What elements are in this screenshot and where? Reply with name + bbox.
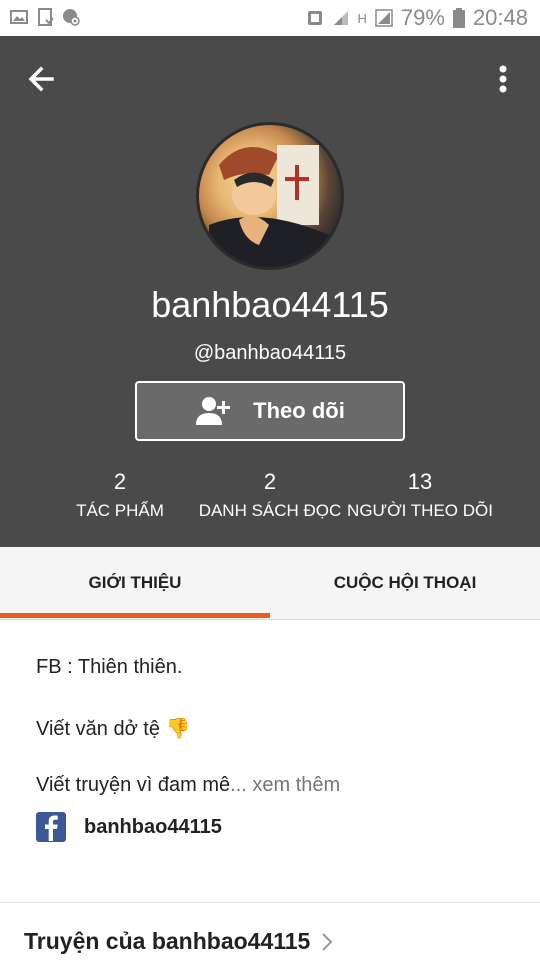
system-indicators: H 79% 20:48 [306, 4, 528, 32]
status-bar: H 79% 20:48 [0, 0, 540, 36]
user-stories-label: Truyện của banhbao44115 [24, 928, 311, 954]
facebook-f-glyph [45, 815, 58, 841]
arrow-left-icon [28, 66, 54, 92]
tab-conversations[interactable]: CUỘC HỘI THOẠI [270, 547, 540, 619]
stat-value: 13 [407, 469, 433, 494]
user-stories-link[interactable]: Truyện của banhbao44115 [24, 928, 334, 955]
about-line-passion-text: Viết truyện vì đam mê [36, 774, 231, 796]
profile-header: banhbao44115 @banhbao44115 Theo dõi 2 TÁ… [0, 36, 540, 547]
stat-label: NGƯỜI THEO DÕI [347, 501, 493, 520]
about-line-writing: Viết văn dở tệ 👎 [36, 716, 190, 741]
more-options-button[interactable] [488, 60, 518, 100]
facebook-icon [36, 812, 66, 842]
more-vertical-icon [499, 65, 507, 93]
image-notification-icon [10, 10, 28, 24]
signal-icon [333, 11, 348, 25]
signal-strength-icon [375, 9, 393, 27]
document-notification-icon [38, 8, 54, 26]
facebook-name: banhbao44115 [84, 815, 222, 838]
notification-icons [10, 8, 80, 26]
about-line-writing-text: Viết văn dở tệ [36, 718, 160, 740]
follow-button[interactable]: Theo dõi [135, 381, 405, 441]
section-divider [0, 902, 540, 903]
back-button[interactable] [22, 60, 62, 100]
network-type-label: H [357, 10, 367, 26]
clock: 20:48 [472, 5, 528, 30]
active-tab-indicator [0, 613, 270, 618]
stat-followers[interactable]: 13 NGƯỜI THEO DÕI [330, 468, 510, 526]
tab-about[interactable]: GIỚI THIỆU [0, 547, 270, 619]
see-more-link[interactable]: ... xem thêm [230, 774, 340, 796]
about-line-passion: Viết truyện vì đam mê... xem thêm [36, 774, 340, 797]
avatar-image [209, 145, 329, 267]
facebook-link[interactable]: banhbao44115 [36, 811, 222, 843]
sync-icon [307, 11, 322, 25]
add-user-icon [196, 397, 231, 425]
battery-icon [452, 8, 465, 28]
avatar[interactable] [196, 122, 344, 270]
user-handle: @banhbao44115 [193, 342, 347, 364]
profile-tabs: GIỚI THIỆU CUỘC HỘI THOẠI [0, 547, 540, 620]
settings-notification-icon [63, 9, 80, 26]
battery-percent: 79% [400, 5, 445, 30]
thumbs-down-emoji: 👎 [165, 718, 191, 740]
display-name: banhbao44115 [151, 284, 389, 325]
follow-button-label: Theo dõi [253, 398, 345, 423]
about-line-fb: FB : Thiên thiên. [36, 656, 183, 678]
chevron-right-icon [322, 932, 333, 951]
profile-stats: 2 TÁC PHẨM 2 DANH SÁCH ĐỌC 13 NGƯỜI THEO… [0, 468, 540, 528]
